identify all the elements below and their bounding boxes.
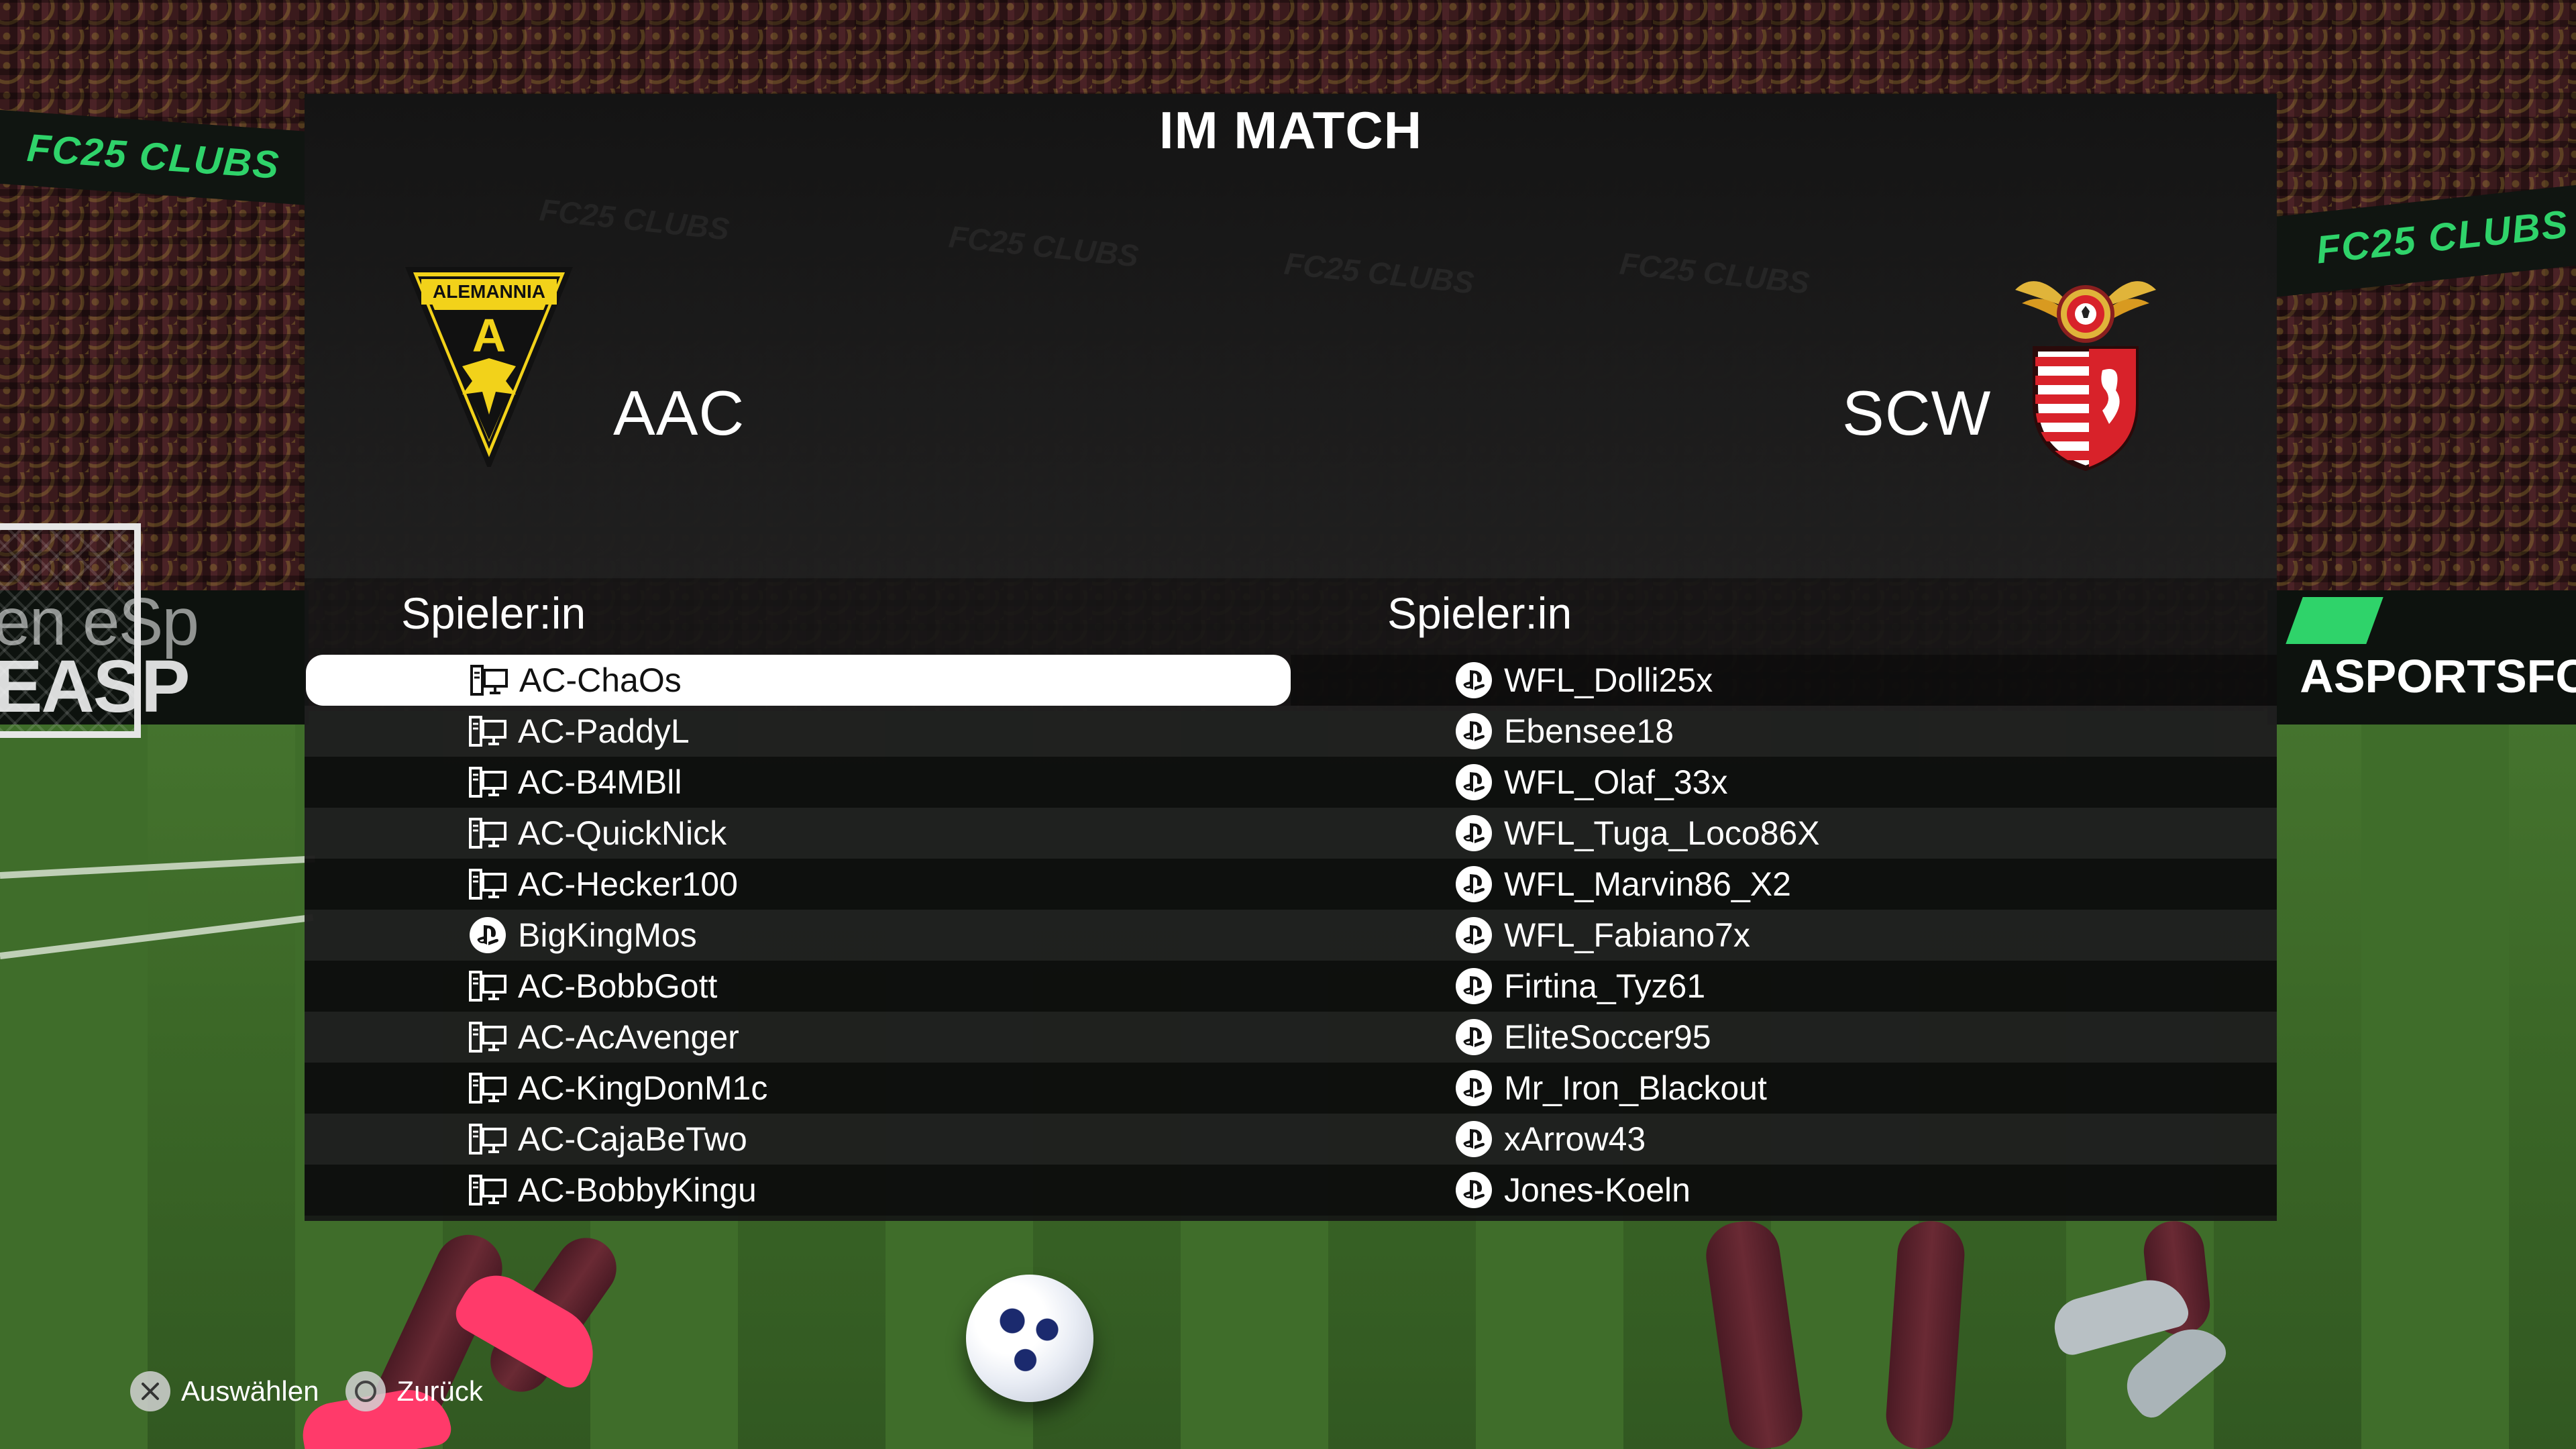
- player-name: AC-ChaOs: [519, 661, 682, 699]
- home-player-row[interactable]: AC-BobbyKingu: [305, 1165, 1291, 1216]
- playstation-platform-icon: [1454, 1069, 1493, 1108]
- home-player-row[interactable]: AC-AcAvenger: [305, 1012, 1291, 1063]
- player-name: WFL_Dolli25x: [1504, 661, 1713, 699]
- select-control[interactable]: Auswählen: [130, 1371, 319, 1411]
- right-green-bar: [2286, 597, 2383, 644]
- pc-platform-icon: [468, 763, 507, 802]
- right-ad-text: ASPORTSFC: [2300, 650, 2576, 702]
- header-watermark: FC25 CLUBS: [538, 192, 731, 247]
- pitch-line: [0, 855, 315, 879]
- player-name: BigKingMos: [518, 916, 697, 954]
- away-column-header: Spieler:in: [1387, 588, 1572, 638]
- playstation-platform-icon: [1454, 967, 1493, 1006]
- home-team-name: AAC: [613, 378, 745, 448]
- home-player-row[interactable]: AC-BobbGott: [305, 961, 1291, 1012]
- header-watermark: FC25 CLUBS: [1283, 246, 1476, 301]
- player-name: Ebensee18: [1504, 712, 1674, 750]
- header-watermark: FC25 CLUBS: [947, 219, 1140, 274]
- home-column-header: Spieler:in: [401, 588, 586, 638]
- cross-button-icon: [130, 1371, 170, 1411]
- pc-platform-icon: [468, 1018, 507, 1057]
- player-name: Mr_Iron_Blackout: [1504, 1069, 1767, 1107]
- pc-platform-icon: [468, 814, 507, 853]
- player-name: AC-AcAvenger: [518, 1018, 739, 1056]
- playstation-platform-icon: [1454, 1171, 1493, 1210]
- player-name: Firtina_Tyz61: [1504, 967, 1706, 1005]
- player-name: Jones-Koeln: [1504, 1171, 1690, 1209]
- away-player-row[interactable]: EliteSoccer95: [1291, 1012, 2277, 1063]
- playstation-platform-icon: [1454, 1018, 1493, 1057]
- home-player-row[interactable]: AC-B4MBll: [305, 757, 1291, 808]
- pitch-line: [0, 914, 314, 959]
- pc-platform-icon: [468, 1120, 507, 1159]
- pc-platform-icon: [468, 1069, 507, 1108]
- select-label: Auswählen: [181, 1375, 319, 1407]
- away-player-row[interactable]: WFL_Dolli25x: [1291, 655, 2277, 706]
- away-player-row[interactable]: WFL_Fabiano7x: [1291, 910, 2277, 961]
- home-player-list: AC-ChaOs AC-PaddyL AC-B4MBll AC-QuickNick AC…: [305, 655, 1291, 1216]
- pc-platform-icon: [468, 967, 507, 1006]
- page-title: IM MATCH: [1159, 101, 1423, 160]
- player-name: AC-QuickNick: [518, 814, 727, 852]
- home-crest-text: ALEMANNIA: [433, 281, 545, 302]
- away-team-name: SCW: [1842, 378, 1992, 448]
- playstation-platform-icon: [1454, 1120, 1493, 1159]
- player-name: AC-BobbyKingu: [518, 1171, 757, 1209]
- home-player-row[interactable]: BigKingMos: [305, 910, 1291, 961]
- back-label: Zurück: [396, 1375, 483, 1407]
- home-team-crest: ALEMANNIA A: [405, 267, 573, 467]
- player-name: AC-B4MBll: [518, 763, 682, 801]
- player-name: EliteSoccer95: [1504, 1018, 1711, 1056]
- pc-platform-icon: [468, 712, 507, 751]
- header-watermark: FC25 CLUBS: [1618, 246, 1811, 301]
- pc-platform-icon: [470, 661, 508, 700]
- playstation-platform-icon: [1454, 814, 1493, 853]
- player-name: AC-BobbGott: [518, 967, 718, 1005]
- playstation-platform-icon: [1454, 661, 1493, 700]
- controls-hint: Auswählen Zurück: [130, 1371, 510, 1411]
- player-name: AC-Hecker100: [518, 865, 738, 903]
- away-player-row[interactable]: Jones-Koeln: [1291, 1165, 2277, 1216]
- player-name: AC-CajaBeTwo: [518, 1120, 747, 1158]
- home-crest-letter: A: [472, 309, 506, 362]
- playstation-platform-icon: [468, 916, 507, 955]
- playstation-platform-icon: [1454, 916, 1493, 955]
- soccer-ball: [966, 1275, 1093, 1402]
- away-player-row[interactable]: Mr_Iron_Blackout: [1291, 1063, 2277, 1114]
- away-player-row[interactable]: Ebensee18: [1291, 706, 2277, 757]
- playstation-platform-icon: [1454, 763, 1493, 802]
- home-player-row[interactable]: AC-PaddyL: [305, 706, 1291, 757]
- away-player-list: WFL_Dolli25x Ebensee18 WFL_Olaf_33x WFL_Tug…: [1291, 655, 2277, 1216]
- home-player-row[interactable]: AC-KingDonM1c: [305, 1063, 1291, 1114]
- player-name: WFL_Olaf_33x: [1504, 763, 1728, 801]
- home-player-row[interactable]: AC-CajaBeTwo: [305, 1114, 1291, 1165]
- away-player-row[interactable]: Firtina_Tyz61: [1291, 961, 2277, 1012]
- player-name: WFL_Fabiano7x: [1504, 916, 1750, 954]
- away-player-row[interactable]: WFL_Marvin86_X2: [1291, 859, 2277, 910]
- match-panel: FC25 CLUBS FC25 CLUBS FC25 CLUBS FC25 CL…: [305, 94, 2277, 1221]
- away-player-row[interactable]: WFL_Olaf_33x: [1291, 757, 2277, 808]
- back-control[interactable]: Zurück: [345, 1371, 483, 1411]
- player-name: xArrow43: [1504, 1120, 1646, 1158]
- player-name: AC-KingDonM1c: [518, 1069, 768, 1107]
- goal-net: [0, 523, 141, 738]
- playstation-platform-icon: [1454, 865, 1493, 904]
- away-team-crest: [2015, 281, 2156, 471]
- away-player-row[interactable]: xArrow43: [1291, 1114, 2277, 1165]
- home-player-row[interactable]: AC-Hecker100: [305, 859, 1291, 910]
- playstation-platform-icon: [1454, 712, 1493, 751]
- pc-platform-icon: [468, 865, 507, 904]
- home-player-row[interactable]: AC-QuickNick: [305, 808, 1291, 859]
- player-name: WFL_Marvin86_X2: [1504, 865, 1791, 903]
- player-name: WFL_Tuga_Loco86X: [1504, 814, 1820, 852]
- player-name: AC-PaddyL: [518, 712, 690, 750]
- pc-platform-icon: [468, 1171, 507, 1210]
- home-player-row[interactable]: AC-ChaOs: [306, 655, 1291, 706]
- circle-button-icon: [345, 1371, 386, 1411]
- panel-header: FC25 CLUBS FC25 CLUBS FC25 CLUBS FC25 CL…: [305, 94, 2277, 578]
- away-player-row[interactable]: WFL_Tuga_Loco86X: [1291, 808, 2277, 859]
